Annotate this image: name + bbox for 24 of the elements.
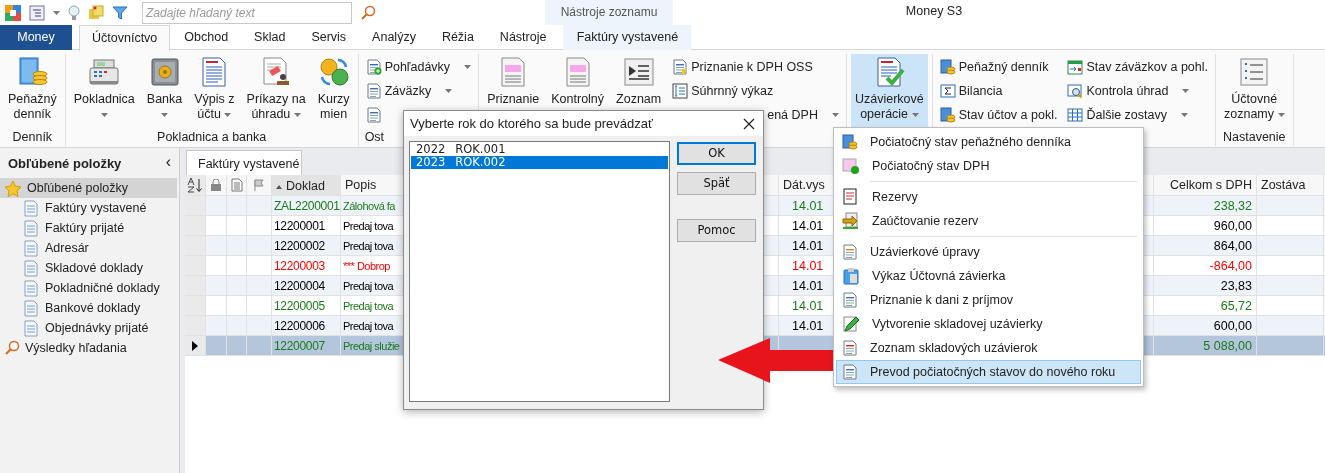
table-cell: 12200002 [272, 236, 341, 255]
table-cell: ZAL2200001 [272, 196, 341, 215]
group-label: Nastavenie [1222, 130, 1287, 146]
table-cell: 960,00 [1154, 216, 1257, 235]
table-cell: 12200005 [272, 296, 341, 315]
table-cell: 12200003 [272, 256, 341, 275]
table-cell: 23,83 [1154, 276, 1257, 295]
group-label: Ost [363, 130, 386, 146]
group-label: Denník [11, 130, 54, 146]
table-cell: 5 088,00 [1154, 336, 1257, 355]
group-label: Pokladnica a banka [156, 130, 268, 146]
table-cell: -864,00 [1154, 256, 1257, 275]
contextual-tab-header: Nástroje zoznamu [545, 0, 673, 25]
dialog-title: Vyberte rok do ktorého sa bude prevádzať [410, 116, 653, 133]
table-cell: 12200004 [272, 276, 341, 295]
window-title: Money S3 [904, 3, 964, 20]
table-cell: 600,00 [1154, 316, 1257, 335]
panel-title: Obľúbené položky [8, 156, 122, 173]
table-cell: 12200006 [272, 316, 341, 335]
table-cell: 238,32 [1154, 196, 1257, 215]
table-cell: 864,00 [1154, 236, 1257, 255]
table-cell: 12200001 [272, 216, 341, 235]
table-cell: 65,72 [1154, 296, 1257, 315]
table-cell: 12200007 [272, 336, 341, 355]
